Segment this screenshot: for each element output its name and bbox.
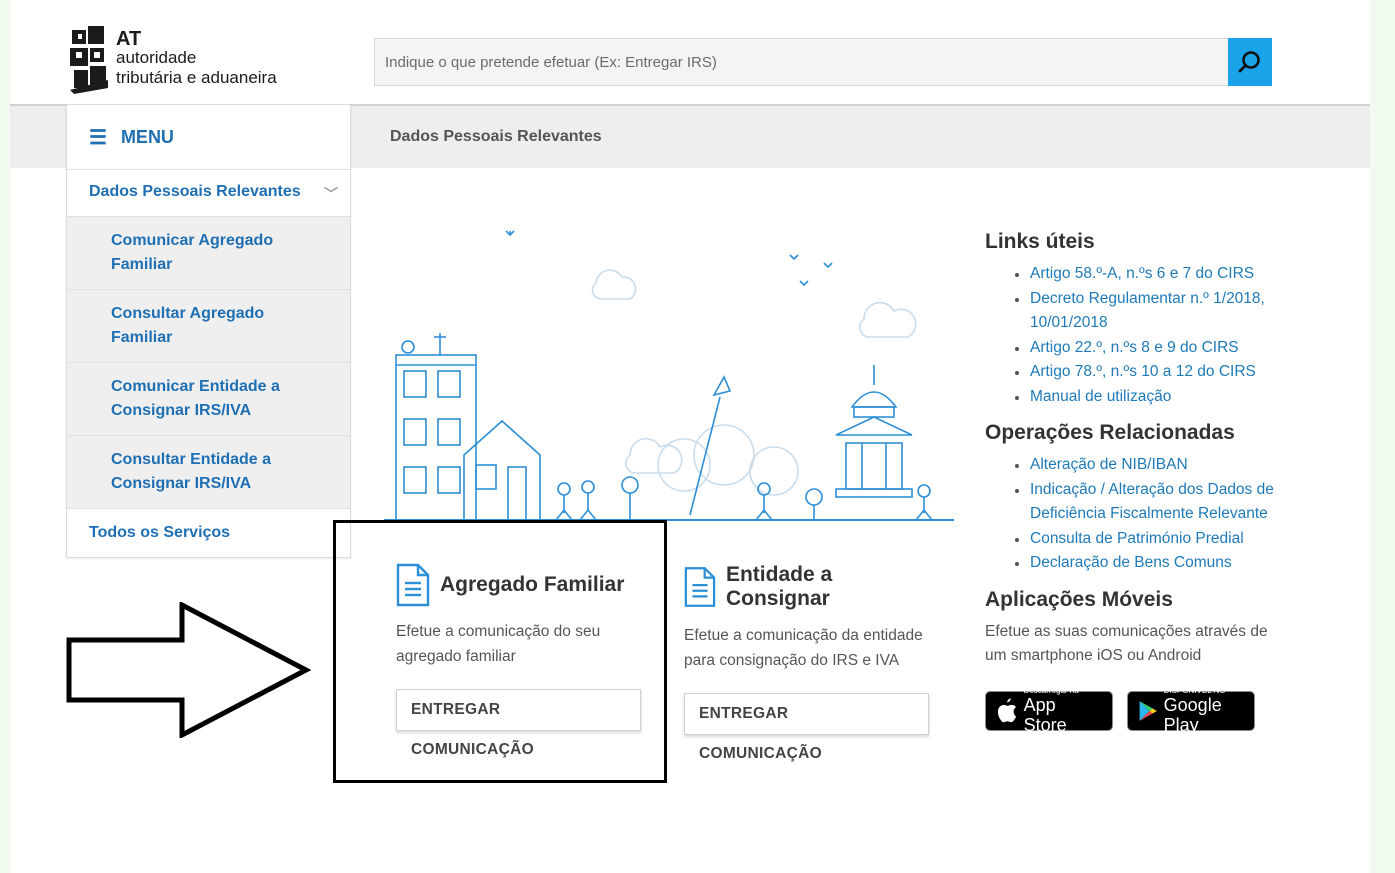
- search-bar: [374, 38, 1272, 86]
- operacoes-heading: Operações Relacionadas: [985, 421, 1235, 444]
- appstore-small-text: Descarregar na: [1023, 686, 1079, 695]
- logo-line2: tributária e aduaneira: [116, 68, 277, 87]
- operacao-item[interactable]: Declaração de Bens Comuns: [1015, 551, 1285, 576]
- sidebar-item-consultar-agregado[interactable]: Consultar Agregado Familiar: [67, 290, 350, 363]
- link-item[interactable]: Decreto Regulamentar n.º 1/2018, 10/01/2…: [1015, 287, 1285, 336]
- right-column: Links úteis Artigo 58.º-A, n.ºs 6 e 7 do…: [985, 230, 1285, 735]
- sidebar-item-comunicar-agregado[interactable]: Comunicar Agregado Familiar: [67, 217, 350, 290]
- sidebar: ☰ MENU Dados Pessoais Relevantes ﹀ Comun…: [66, 104, 351, 558]
- sidebar-item-consultar-entidade[interactable]: Consultar Entidade a Consignar IRS/IVA: [67, 436, 350, 509]
- menu-toggle[interactable]: ☰ MENU: [67, 105, 350, 170]
- sidebar-item-comunicar-entidade[interactable]: Comunicar Entidade a Consignar IRS/IVA: [67, 363, 350, 436]
- hamburger-icon: ☰: [89, 126, 107, 149]
- card-entidade-consignar: Entidade a Consignar Efetue a comunicaçã…: [684, 563, 929, 763]
- page: AT autoridade tributária e aduaneira Dad…: [10, 0, 1370, 873]
- card-description: Efetue a comunicação da entidade para co…: [684, 627, 923, 669]
- apple-icon: [997, 697, 1017, 722]
- link-item[interactable]: Artigo 22.º, n.ºs 8 e 9 do CIRS: [1015, 336, 1285, 361]
- arrow-right-icon: [66, 602, 312, 738]
- googleplay-big-text: Google Play: [1163, 695, 1222, 735]
- aplicacoes-heading: Aplicações Móveis: [985, 587, 1173, 611]
- card-title: Entidade a Consignar: [725, 563, 833, 610]
- link-item[interactable]: Artigo 58.º-A, n.ºs 6 e 7 do CIRS: [1015, 262, 1285, 287]
- operacao-item[interactable]: Indicação / Alteração dos Dados de Defic…: [1015, 478, 1285, 527]
- appstore-big-text: App Store: [1023, 695, 1067, 735]
- operacao-item[interactable]: Consulta de Património Predial: [1015, 527, 1285, 552]
- google-play-icon: [1139, 700, 1157, 721]
- at-logo[interactable]: AT autoridade tributária e aduaneira: [68, 24, 308, 96]
- search-button[interactable]: [1228, 38, 1272, 86]
- links-uteis-heading: Links úteis: [985, 230, 1095, 253]
- app-store-badge[interactable]: Descarregar na App Store: [985, 686, 1113, 735]
- sidebar-item-dados-pessoais[interactable]: Dados Pessoais Relevantes ﹀: [67, 170, 350, 217]
- link-item[interactable]: Artigo 78.º, n.ºs 10 a 12 do CIRS: [1015, 360, 1285, 385]
- googleplay-small-text: DISPONÍVEL NO: [1163, 686, 1226, 695]
- at-emblem-icon: [70, 26, 108, 94]
- city-illustration: [384, 230, 954, 521]
- store-badges: Descarregar na App Store DISPONÍVEL NO G…: [985, 686, 1285, 735]
- search-input[interactable]: [375, 39, 1231, 85]
- page-title: Dados Pessoais Relevantes: [390, 128, 602, 145]
- link-item[interactable]: Manual de utilização: [1015, 385, 1285, 410]
- google-play-badge[interactable]: DISPONÍVEL NO Google Play: [1127, 686, 1255, 735]
- highlight-box: [333, 520, 667, 783]
- entregar-comunicacao-entidade-button[interactable]: ENTREGAR COMUNICAÇÃO: [684, 693, 929, 762]
- sidebar-item-todos-servicos[interactable]: Todos os Serviços: [67, 509, 350, 557]
- operacoes-list: Alteração de NIB/IBAN Indicação / Altera…: [985, 453, 1285, 576]
- chevron-down-icon: ﹀: [324, 186, 338, 202]
- operacao-item[interactable]: Alteração de NIB/IBAN: [1015, 453, 1285, 478]
- document-icon: [684, 567, 716, 607]
- menu-label: MENU: [120, 126, 174, 147]
- logo-line1: autoridade: [116, 48, 197, 67]
- links-uteis-list: Artigo 58.º-A, n.ºs 6 e 7 do CIRS Decret…: [985, 262, 1285, 409]
- search-icon: [1238, 51, 1260, 73]
- aplicacoes-text: Efetue as suas comunicações através de u…: [985, 622, 1268, 665]
- logo-at-text: AT: [116, 28, 142, 50]
